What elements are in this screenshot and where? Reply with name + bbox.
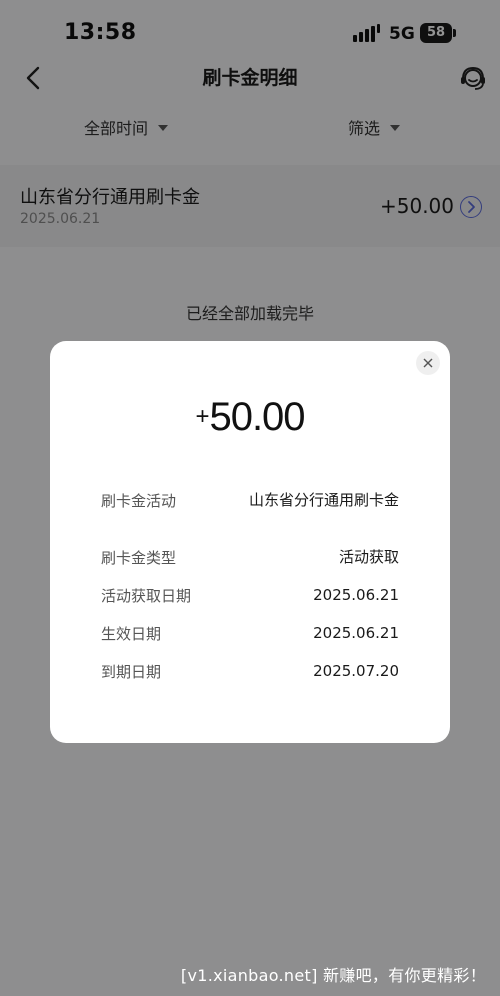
detail-label: 刷卡金类型: [101, 549, 177, 567]
detail-label: 活动获取日期: [101, 587, 192, 605]
detail-value: 2025.06.21: [313, 624, 399, 642]
detail-value: 2025.06.21: [313, 586, 399, 604]
watermark-text: [v1.xianbao.net] 新赚吧，有你更精彩！: [180, 966, 486, 985]
detail-value: 活动获取: [338, 548, 399, 566]
detail-value: 山东省分行通用刷卡金: [248, 491, 399, 509]
amount-value: 50.00: [209, 395, 305, 439]
detail-value: 2025.07.20: [313, 662, 399, 680]
amount-sign: +: [195, 403, 210, 430]
detail-label: 生效日期: [101, 625, 162, 643]
close-icon[interactable]: [416, 351, 440, 375]
detail-label: 到期日期: [101, 663, 162, 681]
modal-amount: +50.00: [50, 395, 450, 440]
detail-label: 刷卡金活动: [101, 492, 177, 510]
detail-modal: +50.00 刷卡金活动 山东省分行通用刷卡金 刷卡金类型 活动获取 活动获取日…: [50, 341, 450, 743]
